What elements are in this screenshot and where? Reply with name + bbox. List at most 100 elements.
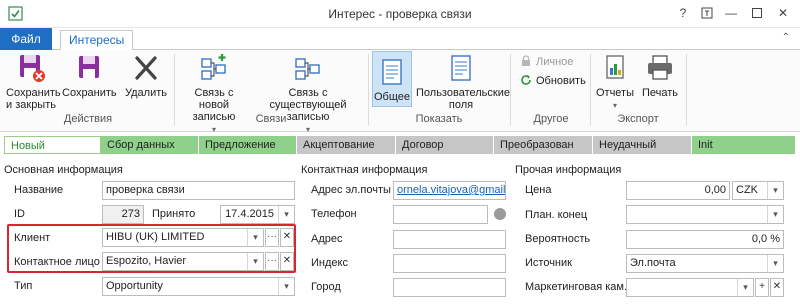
- currency-field[interactable]: CZK ▾: [732, 181, 784, 200]
- campaign-label: Маркетинговая кам...: [525, 281, 634, 293]
- price-field[interactable]: 0,00: [626, 181, 730, 200]
- link-existing-icon: [295, 58, 320, 80]
- source-label: Источник: [525, 257, 572, 269]
- panel-icon: [701, 7, 713, 19]
- stage-contract[interactable]: Договор: [396, 136, 494, 154]
- personal-label: Личное: [536, 56, 574, 68]
- accepted-date-value: 17.4.2015: [225, 208, 274, 220]
- plan-end-dropdown-icon[interactable]: ▾: [767, 206, 783, 223]
- stage-bar: Новый Сбор данных Предложение Акцептован…: [0, 136, 800, 154]
- printer-icon: [648, 55, 672, 80]
- restore-panel-button[interactable]: [698, 4, 716, 22]
- currency-dropdown-icon[interactable]: ▾: [767, 182, 783, 199]
- stage-acceptance[interactable]: Акцептование: [297, 136, 396, 154]
- tab-file[interactable]: Файл: [0, 28, 52, 50]
- stage-converted[interactable]: Преобразован: [494, 136, 593, 154]
- type-field[interactable]: Opportunity ▾: [102, 277, 295, 296]
- maximize-icon: [752, 8, 762, 18]
- price-label: Цена: [525, 184, 552, 196]
- stage-new[interactable]: Новый: [4, 136, 101, 154]
- stage-init[interactable]: Init: [692, 136, 796, 154]
- refresh-icon: [521, 75, 531, 85]
- save-label: Сохранить: [62, 87, 117, 99]
- group-label-show: Показать: [415, 113, 463, 125]
- source-value: Эл.почта: [630, 257, 676, 269]
- help-button[interactable]: ?: [674, 4, 692, 22]
- campaign-clear-button[interactable]: ✕: [770, 278, 784, 297]
- type-dropdown-icon[interactable]: ▾: [278, 278, 294, 295]
- campaign-add-button[interactable]: +: [755, 278, 769, 297]
- phone-label: Телефон: [311, 208, 357, 220]
- currency-value: CZK: [736, 184, 758, 196]
- ribbon-separator: [368, 54, 369, 126]
- source-field[interactable]: Эл.почта ▾: [626, 254, 784, 273]
- minimize-button[interactable]: —: [722, 4, 740, 22]
- reports-button[interactable]: Отчеты ▾: [594, 52, 636, 112]
- ribbon-separator: [174, 54, 175, 126]
- stage-failed[interactable]: Неудачный: [593, 136, 692, 154]
- highlight-annotation: [7, 224, 296, 273]
- group-label-export: Экспорт: [617, 113, 659, 125]
- save-close-label: Сохранить и закрыть: [6, 87, 61, 111]
- zip-label: Индекс: [311, 257, 348, 269]
- ribbon-separator: [686, 54, 687, 126]
- print-button[interactable]: Печать: [638, 52, 682, 99]
- record-form: Основная информация Название проверка св…: [0, 158, 800, 306]
- ribbon: Сохранить и закрыть Сохранить Удалить Де…: [0, 50, 800, 134]
- personal-button[interactable]: Личное: [520, 55, 573, 68]
- accepted-date-dropdown-icon[interactable]: ▾: [278, 206, 294, 223]
- user-fields-button[interactable]: Пользовательские поля: [416, 52, 510, 111]
- name-field[interactable]: проверка связи: [102, 181, 295, 200]
- reports-label: Отчеты: [595, 87, 635, 99]
- maximize-button[interactable]: [748, 4, 766, 22]
- ribbon-tab-bar: Файл Интересы ⌃: [0, 28, 800, 51]
- probability-label: Вероятность: [525, 233, 591, 245]
- email-link[interactable]: ornela.vitajova@gmail.com: [397, 184, 505, 196]
- address-label: Адрес: [311, 233, 343, 245]
- link-new-icon: [201, 54, 226, 80]
- type-label: Тип: [14, 280, 33, 292]
- section-basic-title: Основная информация: [4, 164, 123, 176]
- group-label-actions: Действия: [63, 113, 113, 125]
- refresh-button[interactable]: Обновить: [520, 74, 586, 87]
- id-field: 273: [102, 205, 144, 224]
- email-field[interactable]: ornela.vitajova@gmail.com: [393, 181, 506, 200]
- phone-field[interactable]: [393, 205, 488, 224]
- save-close-button[interactable]: Сохранить и закрыть: [6, 52, 61, 111]
- source-dropdown-icon[interactable]: ▾: [767, 255, 783, 272]
- delete-icon: [135, 56, 157, 80]
- zip-field[interactable]: [393, 254, 506, 273]
- campaign-dropdown-icon[interactable]: ▾: [737, 279, 753, 296]
- stage-data-collection[interactable]: Сбор данных: [101, 136, 199, 154]
- group-label-other: Другое: [533, 113, 569, 125]
- ribbon-separator: [510, 54, 511, 126]
- accepted-date-field[interactable]: 17.4.2015 ▾: [220, 205, 295, 224]
- link-existing-dropdown-icon: ▾: [305, 125, 310, 134]
- general-view-label: Общее: [373, 91, 411, 103]
- clock-icon[interactable]: [494, 208, 506, 220]
- group-label-links: Связи: [255, 113, 287, 125]
- address-field[interactable]: [393, 230, 506, 249]
- close-button[interactable]: ✕: [774, 4, 792, 22]
- city-field[interactable]: [393, 278, 506, 297]
- campaign-field[interactable]: ▾: [626, 278, 754, 297]
- ribbon-separator: [590, 54, 591, 126]
- collapse-ribbon-icon[interactable]: ⌃: [782, 32, 790, 43]
- lock-icon: [522, 55, 530, 66]
- save-button[interactable]: Сохранить: [62, 52, 117, 99]
- user-fields-icon: [451, 55, 471, 81]
- link-new-dropdown-icon: ▾: [211, 125, 216, 134]
- email-label: Адрес эл.почты: [311, 184, 391, 196]
- plan-end-field[interactable]: ▾: [626, 205, 784, 224]
- tab-interests[interactable]: Интересы: [60, 30, 134, 51]
- section-other-title: Прочая информация: [515, 164, 622, 176]
- name-label: Название: [14, 184, 64, 196]
- delete-label: Удалить: [125, 87, 167, 99]
- delete-button[interactable]: Удалить: [122, 52, 170, 99]
- save-icon: [79, 56, 99, 78]
- title-bar: Интерес - проверка связи ? — ✕: [0, 0, 800, 28]
- id-label: ID: [14, 208, 25, 220]
- general-view-button[interactable]: Общее: [372, 51, 412, 107]
- stage-offer[interactable]: Предложение: [199, 136, 297, 154]
- probability-field[interactable]: 0,0 %: [626, 230, 784, 249]
